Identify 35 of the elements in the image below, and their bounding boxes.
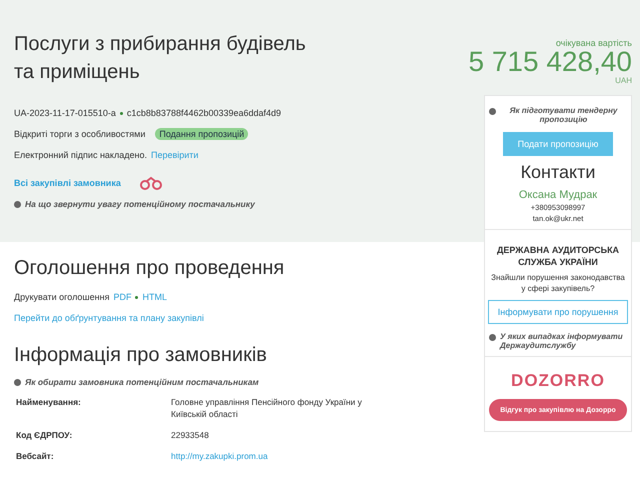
print-link[interactable]: PDF (113, 292, 132, 302)
verify-link[interactable]: Перевірити (150, 150, 198, 160)
hint-text[interactable]: Як підготувати тендерну пропозицію (500, 106, 627, 124)
binoculars-icon (138, 176, 163, 190)
contacts-title: Контакти (520, 162, 596, 183)
section-title: Інформація про замовників (14, 343, 268, 367)
submit-button[interactable]: Подати пропозицію (503, 132, 613, 156)
audit-title: ДЕРЖАВНА АУДИТОРСЬКА СЛУЖБА УКРАЇНИ (496, 244, 620, 268)
print-label: Друкувати оголошення (14, 292, 110, 302)
print-link[interactable]: HTML (142, 292, 167, 302)
signature-text: Електронний підпис накладено. (14, 150, 147, 160)
field-label: Найменування: (15, 396, 82, 409)
website-link[interactable]: http://my.zakupki.prom.ua (171, 450, 371, 462)
field-label: Код ЄДРПОУ: (15, 429, 74, 441)
status-badge: Подання пропозицій (155, 128, 248, 140)
buyer-procurements-link[interactable]: Всі закупівлі замовника (14, 178, 121, 188)
hint-text[interactable]: Як обирати замовника потенційним постачальникам (25, 377, 259, 387)
dozorro-logo: DOZORRO (511, 371, 605, 391)
report-button[interactable]: Інформувати про порушення (488, 300, 628, 324)
section-title: Оголошення про проведення (14, 256, 286, 280)
price-label: очікувана вартість (556, 38, 632, 48)
plan-link[interactable]: Перейти до обґрунтування та плану закупівлі (14, 313, 204, 323)
tender-id: UA-2023-11-17-015510-a (14, 108, 116, 118)
field-value: Головне управління Пенсійного фонду України у Київській області (171, 396, 363, 420)
procedure-type: Відкриті торги з особливостями (14, 129, 146, 139)
price-amount: 5 715 428,40 (468, 48, 632, 76)
currency: UAH (615, 76, 632, 85)
audit-text: Знайшли порушення законодавства у сфері закупівель? (490, 272, 626, 294)
field-value: 22933548 (171, 429, 210, 441)
hint-text[interactable]: У яких випадках інформувати Держаудитслужбу (500, 332, 627, 350)
tender-title: Послуги з прибирання будівель та приміщень (14, 32, 307, 85)
contact-name: Оксана Мудрак (518, 189, 598, 201)
field-label: Вебсайт: (15, 450, 55, 462)
hint-text[interactable]: На що звернути увагу потенційному постачальнику (25, 199, 255, 209)
tender-hash: c1cb8b83788f4462b00339ea6ddaf4d9 (126, 108, 282, 118)
